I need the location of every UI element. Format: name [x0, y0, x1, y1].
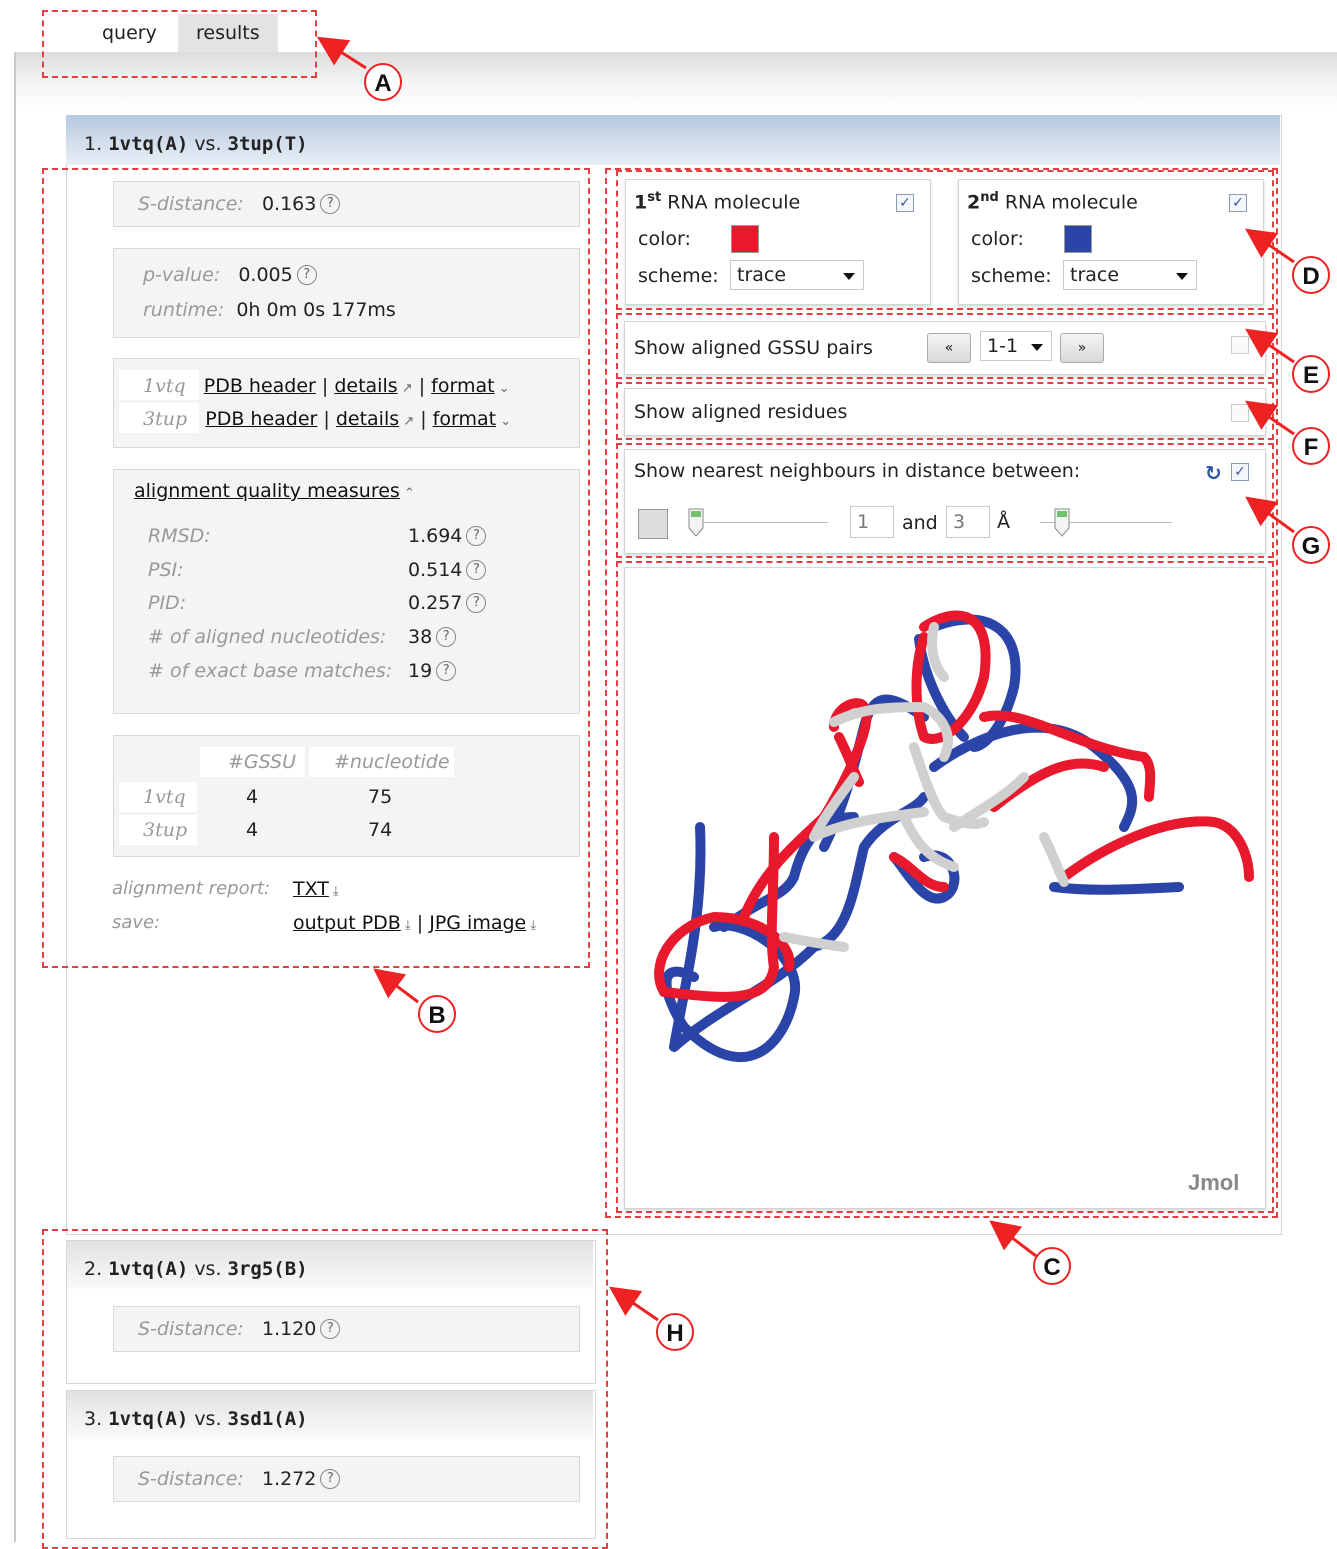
callout-h: H	[656, 1313, 694, 1351]
callout-b: B	[418, 995, 456, 1033]
callout-c: C	[1033, 1247, 1071, 1285]
callout-f: F	[1292, 427, 1330, 465]
callout-a: A	[364, 63, 402, 101]
callout-d: D	[1292, 256, 1330, 294]
callout-g: G	[1292, 526, 1330, 564]
callout-e: E	[1292, 355, 1330, 393]
annotation-arrows	[316, 36, 1295, 1322]
